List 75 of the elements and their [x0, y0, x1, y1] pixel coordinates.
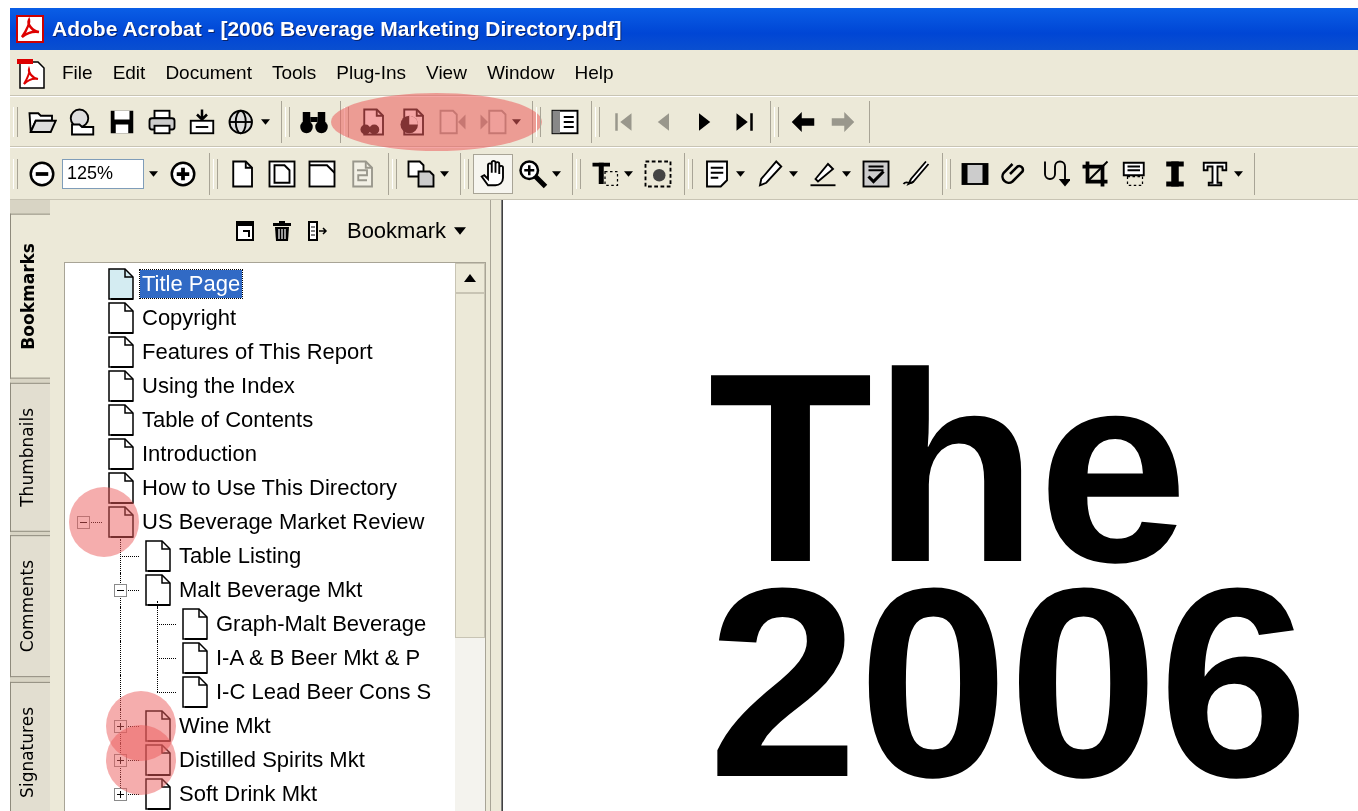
pen-signature-icon [901, 158, 931, 189]
page-icon [182, 608, 208, 640]
bookmark-item[interactable]: Distilled Spirits Mkt [177, 746, 367, 774]
page-icon [108, 302, 134, 334]
bookmark-options-button[interactable]: Bookmark [342, 216, 470, 246]
crop-icon [1080, 158, 1110, 189]
bookmark-item[interactable]: Wine Mkt [177, 712, 273, 740]
bookmark-item[interactable]: Features of This Report [140, 338, 375, 366]
bookmark-item[interactable]: Table of Contents [140, 406, 316, 434]
fit-width-icon [307, 158, 337, 189]
page-icon [182, 642, 208, 674]
caret-icon [552, 170, 561, 177]
menu-item[interactable]: Tools [264, 57, 325, 88]
expand-bookmark-icon[interactable] [306, 220, 329, 242]
snapshot-icon [643, 158, 673, 189]
fit-page-icon [267, 158, 297, 189]
scrollbar-thumb[interactable] [455, 293, 485, 638]
menu-item[interactable]: Help [566, 57, 622, 88]
pages-icon [406, 158, 436, 189]
bookmark-item[interactable]: Table Listing [177, 542, 304, 570]
caret-icon [789, 170, 798, 177]
menu-item[interactable]: Plug-Ins [328, 57, 415, 88]
page-icon [182, 676, 208, 708]
caret-icon [261, 118, 270, 125]
menu-item[interactable]: Document [157, 57, 260, 88]
side-tab[interactable]: Comments [10, 535, 50, 678]
bookmark-item[interactable]: I-C Lead Beer Cons S [214, 678, 434, 706]
trash-icon[interactable] [270, 220, 293, 242]
app-logo-icon [16, 15, 44, 43]
menu-item[interactable]: Edit [104, 57, 154, 88]
side-tab[interactable]: Thumbnails [10, 382, 50, 532]
page-icon [145, 710, 171, 742]
bookmark-item[interactable]: Using the Index [140, 372, 297, 400]
menu-item[interactable]: View [418, 57, 475, 88]
caret-icon [736, 170, 745, 177]
expand-button[interactable] [114, 788, 127, 801]
side-tab[interactable]: Bookmarks [10, 214, 50, 379]
bookmark-item[interactable]: US Beverage Market Review [140, 508, 427, 536]
bookmark-item[interactable]: Graph-Malt Beverage [214, 610, 429, 638]
dropdown-caret-icon [149, 170, 158, 177]
side-tab[interactable]: Signatures [10, 681, 50, 811]
new-bookmark-icon[interactable] [234, 220, 257, 242]
zoom-field[interactable]: 125% [62, 158, 144, 189]
page-icon [108, 404, 134, 436]
scroll-up-button[interactable] [455, 263, 485, 293]
page-icon [108, 472, 134, 504]
caret-icon [440, 170, 449, 177]
caret-icon [454, 227, 466, 235]
page-icon [108, 268, 134, 300]
page-icon [145, 744, 171, 776]
toolbar-button[interactable] [473, 153, 513, 194]
menu-item[interactable]: File [54, 57, 101, 88]
globe-folder-icon [67, 106, 97, 137]
menu-item[interactable]: Window [478, 57, 563, 88]
bookmark-item[interactable]: Soft Drink Mkt [177, 780, 320, 808]
page-icon [108, 370, 134, 402]
page-icon [145, 540, 171, 572]
window-title: Adobe Acrobat - [2006 Beverage Marketing Directory.pdf] [52, 17, 622, 41]
caret-icon [624, 170, 633, 177]
bookmark-item[interactable]: I-A & B Beer Mkt & P [214, 644, 423, 672]
bookmark-item[interactable]: How to Use This Directory [140, 474, 400, 502]
bookmark-item[interactable]: Copyright [140, 304, 239, 332]
caret-icon [512, 118, 521, 125]
up-arrow-icon [464, 274, 476, 282]
magnifier-icon [518, 158, 548, 189]
bookmark-item[interactable]: Introduction [140, 440, 259, 468]
bookmark-item[interactable]: Title Page [140, 270, 243, 298]
bookmark-item[interactable]: Malt Beverage Mkt [177, 576, 365, 604]
caret-icon [1234, 170, 1243, 177]
page-icon [108, 336, 134, 368]
page-icon [108, 438, 134, 470]
spellcheck-icon [861, 158, 891, 189]
document-heading: The 2006 [708, 360, 1310, 790]
caret-icon [842, 170, 851, 177]
collapse-button[interactable] [114, 584, 127, 597]
